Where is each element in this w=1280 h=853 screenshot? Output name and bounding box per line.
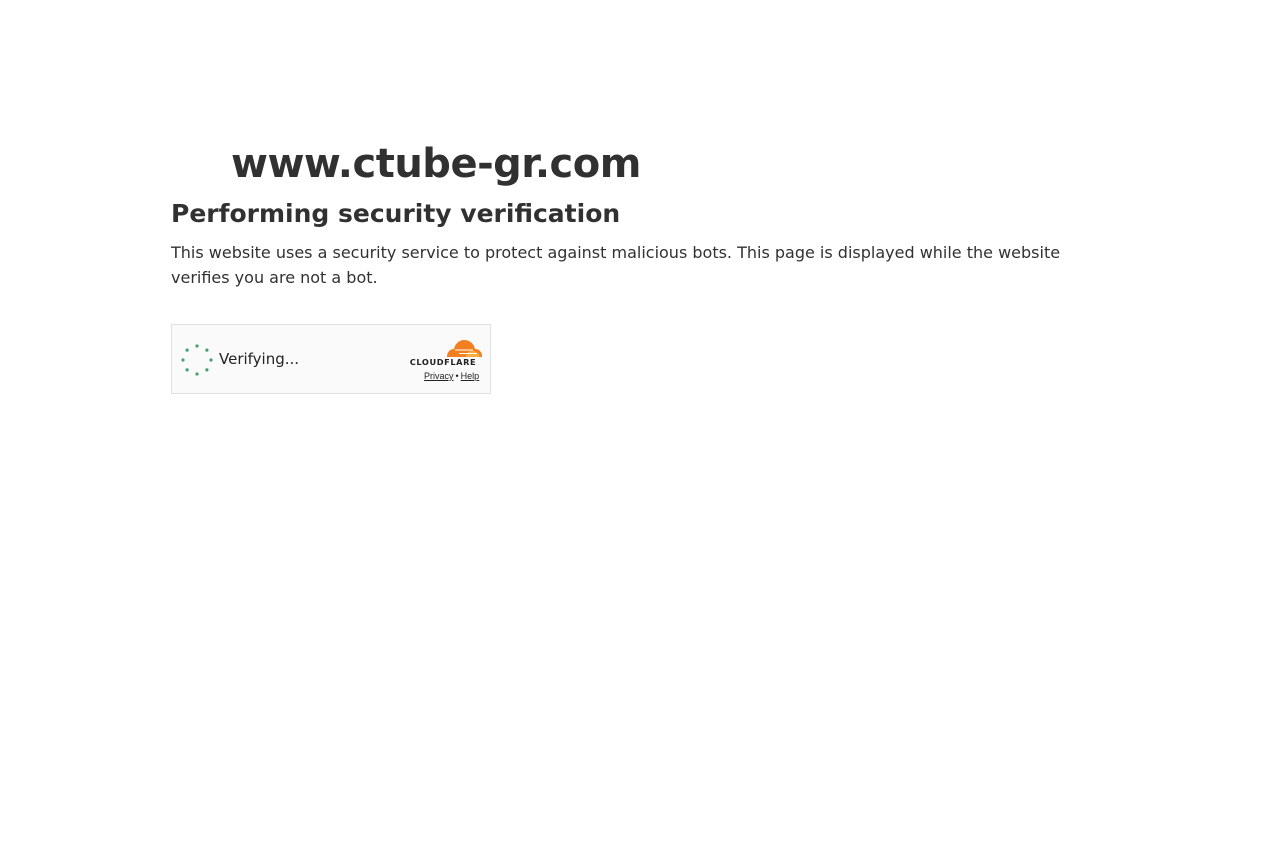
loading-spinner-icon <box>181 344 213 376</box>
help-link[interactable]: Help <box>461 371 480 381</box>
cloudflare-brand-text: CLOUDFLARE <box>410 357 476 367</box>
widget-links: Privacy • Help <box>424 370 479 382</box>
verifying-status: Verifying... <box>219 350 300 368</box>
main-content: www.ctube-gr.com Performing security ver… <box>171 136 1131 290</box>
page-description: This website uses a security service to … <box>171 243 1061 287</box>
cloudflare-cloud-icon <box>447 340 482 357</box>
page-heading: Performing security verification <box>171 199 621 228</box>
site-domain-title: www.ctube-gr.com <box>231 141 641 187</box>
cloudflare-logo-icon: CLOUDFLARE <box>410 340 482 367</box>
privacy-link[interactable]: Privacy <box>424 371 454 381</box>
turnstile-widget[interactable]: Verifying... CLOUDFLARE Privacy • Help <box>171 324 491 394</box>
link-separator: • <box>455 371 459 381</box>
